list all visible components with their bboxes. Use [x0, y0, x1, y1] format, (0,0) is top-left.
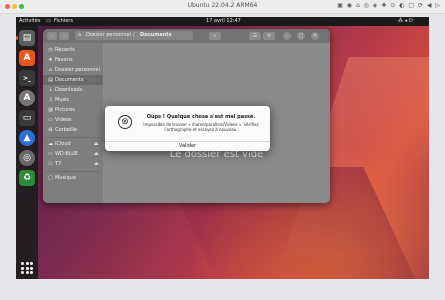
- sidebar-item-wd-blue[interactable]: ▭ WD-BLUE ⏏: [43, 149, 103, 159]
- music-icon: ♫: [48, 97, 53, 103]
- folder-icon: ▢: [48, 175, 53, 181]
- sidebar-item-home[interactable]: ⌂ Dossier personnel: [43, 65, 103, 75]
- sidebar-item-label: Récents: [55, 47, 75, 53]
- activities-button[interactable]: Activités: [19, 18, 40, 24]
- sidebar: ◷ Récents ★ Favoris ⌂ Dossier personnel ▤ Do…: [43, 43, 103, 203]
- sidebar-item-videos[interactable]: ▭ Videos: [43, 115, 103, 125]
- error-dialog: ⊗ Oups ! Quelque chose s'est mal passé. …: [105, 106, 270, 151]
- folder-icon: ▭: [46, 18, 51, 24]
- header-bar: ‹ › ⌂ Dossier personnel / Documents ⌕ ☰ …: [43, 29, 330, 43]
- updater-dock-icon[interactable]: ▲: [19, 130, 35, 146]
- sidebar-item-label: WD-BLUE: [55, 151, 79, 157]
- sidebar-item-recents[interactable]: ◷ Récents: [43, 45, 103, 55]
- eject-icon[interactable]: ⏏: [94, 159, 99, 169]
- sidebar-item-label: T7: [55, 161, 62, 167]
- host-toolbar-icons[interactable]: ▣ ◉ ⌂ ◎ ◈ ✚ ⊙ ◐ ▢ ⟳ ◀ ▷: [337, 2, 441, 9]
- sidebar-item-label: Corbeille: [55, 127, 78, 133]
- home-icon: ⌂: [78, 32, 82, 38]
- download-icon: ↓: [48, 87, 53, 93]
- screenshot-dock-icon[interactable]: ▭: [19, 110, 35, 126]
- software-dock-icon[interactable]: A: [19, 50, 35, 66]
- sidebar-item-label: Documents: [55, 77, 84, 83]
- sidebar-item-label: Downloads: [55, 87, 83, 93]
- breadcrumb-home[interactable]: Dossier personnel: [86, 31, 131, 40]
- terminal-dock-icon[interactable]: >_: [19, 70, 35, 86]
- show-apps-icon[interactable]: [21, 262, 33, 274]
- sidebar-item-musique[interactable]: ▢ Musique: [43, 173, 103, 183]
- drive-icon: ▭: [48, 151, 53, 157]
- dialog-title: Oups ! Quelque chose s'est mal passé.: [146, 114, 256, 120]
- sidebar-divider: [46, 171, 100, 172]
- app-menu[interactable]: Fichiers: [54, 18, 73, 24]
- home-icon: ⌂: [48, 67, 53, 73]
- cloud-icon: ☁: [48, 141, 53, 147]
- sidebar-item-label: Musique: [55, 175, 76, 181]
- sidebar-item-downloads[interactable]: ↓ Downloads: [43, 85, 103, 95]
- eject-icon[interactable]: ⏏: [94, 149, 99, 159]
- system-menu-icons[interactable]: ⁂ ◂ ⏻: [398, 18, 413, 24]
- sidebar-item-label: Pictures: [55, 107, 75, 113]
- sidebar-item-t7[interactable]: ▭ T7 ⏏: [43, 159, 103, 169]
- ok-button[interactable]: Valider: [105, 142, 270, 151]
- maximize-icon[interactable]: □: [297, 32, 305, 40]
- dialog-message: Impossible de trouver « /home/parallels/…: [143, 122, 259, 132]
- breadcrumb[interactable]: ⌂ Dossier personnel / Documents: [75, 31, 193, 40]
- search-icon[interactable]: ⌕: [209, 32, 221, 40]
- video-icon: ▭: [48, 117, 53, 123]
- sidebar-item-trash[interactable]: ♻ Corbeille: [43, 125, 103, 135]
- sidebar-item-documents[interactable]: ▤ Documents: [43, 75, 103, 85]
- sidebar-item-music[interactable]: ♫ Music: [43, 95, 103, 105]
- clock-icon: ◷: [48, 47, 53, 53]
- document-icon: ▤: [48, 77, 53, 83]
- sidebar-item-starred[interactable]: ★ Favoris: [43, 55, 103, 65]
- sidebar-item-label: Music: [55, 97, 70, 103]
- breadcrumb-separator: /: [133, 32, 135, 38]
- minimize-icon[interactable]: –: [283, 32, 291, 40]
- sidebar-item-icloud[interactable]: ☁ iCloud ⏏: [43, 139, 103, 149]
- trash-dock-icon[interactable]: ♻: [19, 170, 35, 186]
- gnome-top-bar: Activités ▭ Fichiers 17 avril 12:47 ⁂ ◂ …: [16, 17, 429, 26]
- star-icon: ★: [48, 57, 53, 63]
- clock[interactable]: 17 avril 12:47: [206, 18, 241, 24]
- files-dock-icon[interactable]: ▤: [19, 30, 35, 46]
- sidebar-item-label: Dossier personnel: [55, 67, 101, 73]
- trash-icon: ♻: [48, 127, 53, 133]
- drive-icon: ▭: [48, 161, 53, 167]
- sidebar-item-label: iCloud: [55, 141, 71, 147]
- sidebar-item-pictures[interactable]: ▨ Pictures: [43, 105, 103, 115]
- app-center-dock-icon[interactable]: A: [19, 90, 35, 106]
- dock: ▤ A >_ A ▭ ▲ ◎ ♻: [16, 26, 38, 279]
- vm-desktop: Activités ▭ Fichiers 17 avril 12:47 ⁂ ◂ …: [16, 17, 429, 279]
- view-icon[interactable]: ☰: [249, 32, 261, 40]
- sidebar-item-label: Favoris: [55, 57, 73, 63]
- eject-icon[interactable]: ⏏: [94, 139, 99, 149]
- breadcrumb-current[interactable]: Documents: [140, 31, 172, 40]
- close-icon[interactable]: ×: [311, 32, 319, 40]
- picture-icon: ▨: [48, 107, 53, 113]
- menu-icon[interactable]: ≡: [263, 32, 275, 40]
- forward-icon[interactable]: ›: [59, 32, 69, 40]
- dock-active-indicator: [16, 36, 18, 40]
- error-icon: ⊗: [118, 115, 132, 129]
- host-title-bar: Ubuntu 22.04.2 ARM64 ▣ ◉ ⌂ ◎ ◈ ✚ ⊙ ◐ ▢ ⟳…: [0, 0, 445, 14]
- back-icon[interactable]: ‹: [47, 32, 57, 40]
- sidebar-item-label: Videos: [55, 117, 72, 123]
- disks-dock-icon[interactable]: ◎: [19, 150, 35, 166]
- sidebar-divider: [46, 137, 100, 138]
